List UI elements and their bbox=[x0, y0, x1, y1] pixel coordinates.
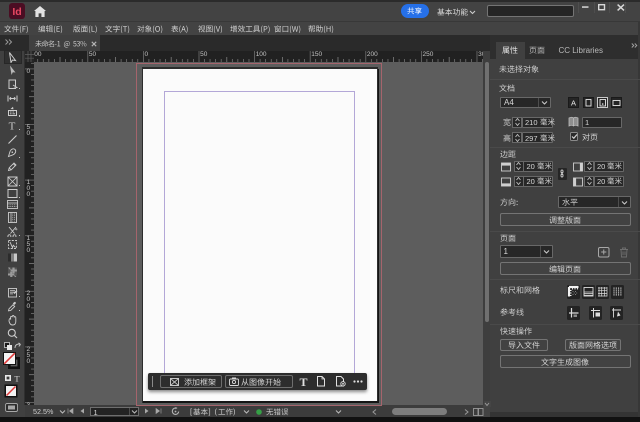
svg-text:T: T bbox=[9, 121, 16, 132]
svg-text:T: T bbox=[14, 374, 20, 382]
svg-text:Id: Id bbox=[12, 6, 21, 18]
svg-text:A: A bbox=[571, 98, 576, 107]
svg-text:T: T bbox=[299, 376, 307, 387]
